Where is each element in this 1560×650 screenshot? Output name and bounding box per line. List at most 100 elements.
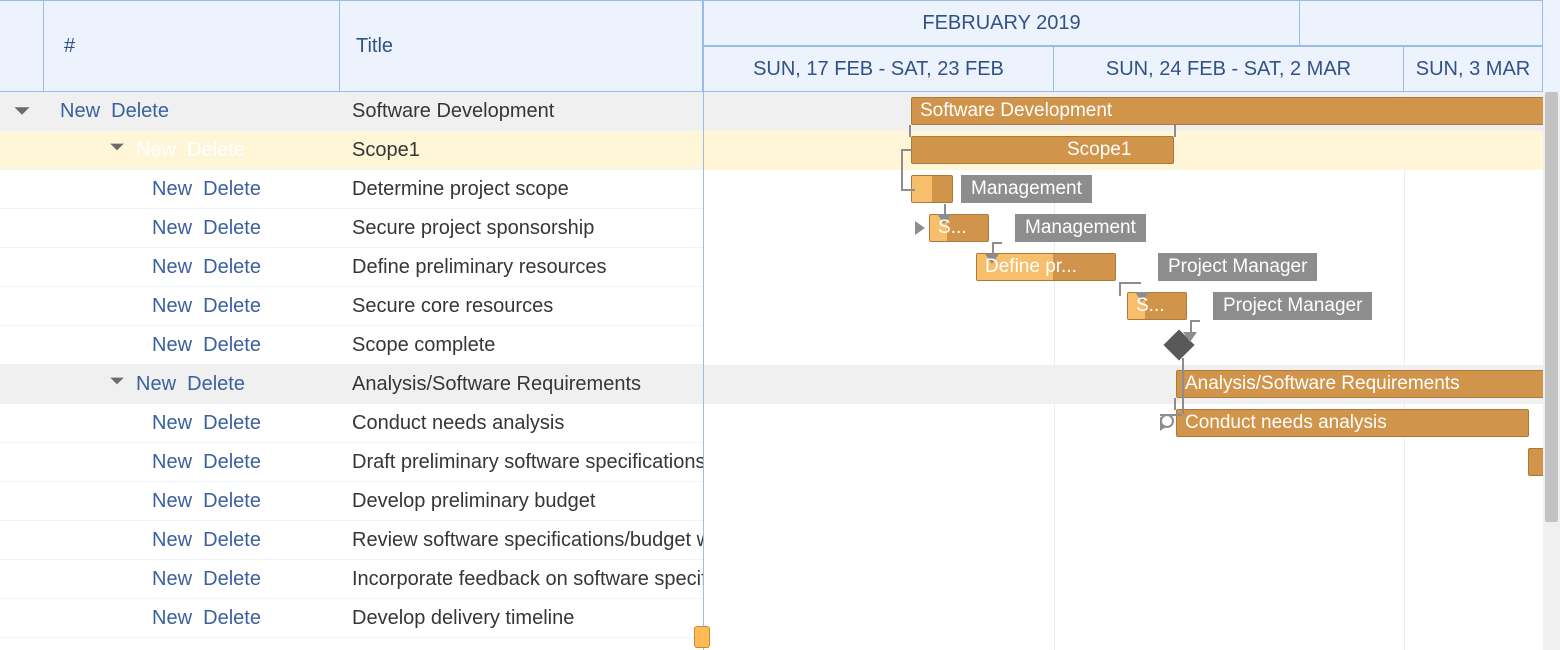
- timeline-row: S... Management: [704, 209, 1560, 248]
- new-link[interactable]: New: [152, 178, 192, 201]
- timeline-row: [704, 521, 1560, 560]
- timeline-row: Software Development: [704, 92, 1560, 131]
- summary-bar[interactable]: Software Development: [911, 97, 1560, 125]
- summary-bar[interactable]: Analysis/Software Requirements: [1176, 370, 1560, 398]
- new-link[interactable]: New: [152, 334, 192, 357]
- new-link[interactable]: New: [152, 607, 192, 630]
- delete-link[interactable]: Delete: [187, 373, 245, 396]
- row-actions-cell: New Delete: [44, 217, 340, 240]
- new-link[interactable]: New: [152, 568, 192, 591]
- row-actions-cell: New Delete: [44, 529, 340, 552]
- timeline-body[interactable]: Software DevelopmentScope1ManagementS...…: [704, 92, 1560, 650]
- week-cell: SUN, 24 FEB - SAT, 2 MAR: [1054, 46, 1404, 92]
- row-actions-cell: New Delete: [44, 607, 340, 630]
- grid-row[interactable]: New DeleteScope complete: [0, 326, 703, 365]
- resource-badge: Management: [1015, 214, 1146, 242]
- grid-row[interactable]: New DeleteDevelop delivery timeline: [0, 599, 703, 638]
- resource-badge: Management: [961, 175, 1092, 203]
- splitter-handle[interactable]: [694, 626, 710, 648]
- row-actions-cell: New Delete: [44, 372, 340, 396]
- grid-row[interactable]: New Delete Scope1: [0, 131, 703, 170]
- vertical-scrollbar[interactable]: [1543, 92, 1560, 650]
- col-numactions[interactable]: #: [44, 0, 340, 92]
- row-actions-cell: New Delete: [44, 451, 340, 474]
- delete-link[interactable]: Delete: [203, 529, 261, 552]
- row-title: Draft preliminary software specification…: [340, 451, 703, 474]
- new-link[interactable]: New: [152, 217, 192, 240]
- row-title: Analysis/Software Requirements: [340, 373, 703, 396]
- row-actions-cell: New Delete: [44, 568, 340, 591]
- delete-link[interactable]: Delete: [203, 451, 261, 474]
- new-link[interactable]: New: [152, 295, 192, 318]
- resource-badge: Project Manager: [1213, 292, 1372, 320]
- delete-link[interactable]: Delete: [203, 334, 261, 357]
- timeline-row: S... Project Manager: [704, 287, 1560, 326]
- timeline-row: Conduct needs analysis: [704, 404, 1560, 443]
- chevron-down-icon[interactable]: [108, 372, 126, 390]
- row-actions-cell: New Delete: [44, 256, 340, 279]
- new-link[interactable]: New: [60, 100, 100, 123]
- new-link[interactable]: New: [152, 256, 192, 279]
- delete-link[interactable]: Delete: [111, 100, 169, 123]
- task-grid: # Title New DeleteSoftware DevelopmentNe…: [0, 0, 704, 650]
- grid-row[interactable]: New DeleteDetermine project scope: [0, 170, 703, 209]
- grid-row[interactable]: New DeleteSecure project sponsorship: [0, 209, 703, 248]
- row-title: Software Development: [340, 100, 703, 123]
- new-link[interactable]: New: [136, 373, 176, 396]
- row-actions-cell: New Delete: [44, 490, 340, 513]
- grid-row[interactable]: New Delete Conduct needs analysis: [0, 404, 703, 443]
- summary-bar[interactable]: Scope1: [911, 136, 1174, 164]
- month-cell: [1300, 0, 1543, 46]
- task-bar[interactable]: Define pr...: [976, 253, 1116, 281]
- delete-link[interactable]: Delete: [203, 490, 261, 513]
- delete-link[interactable]: Delete: [203, 568, 261, 591]
- delete-link[interactable]: Delete: [203, 217, 261, 240]
- resource-badge: Project Manager: [1158, 253, 1317, 281]
- new-link[interactable]: New: [152, 412, 192, 435]
- row-actions-cell: New Delete: [44, 178, 340, 201]
- delete-link[interactable]: Delete: [203, 607, 261, 630]
- grid-row[interactable]: New DeleteReview software specifications…: [0, 521, 703, 560]
- grid-body: New DeleteSoftware DevelopmentNew Delete…: [0, 92, 703, 650]
- new-link[interactable]: New: [136, 139, 176, 162]
- col-title[interactable]: Title: [340, 0, 703, 92]
- row-title: Determine project scope: [340, 178, 703, 201]
- timeline-row: [704, 599, 1560, 638]
- timeline-row: [704, 443, 1560, 482]
- new-link[interactable]: New: [152, 490, 192, 513]
- grid-row[interactable]: New DeleteSecure core resources: [0, 287, 703, 326]
- row-actions-cell: New Delete: [44, 334, 340, 357]
- row-actions-cell: New Delete: [44, 295, 340, 318]
- row-title: Scope1: [340, 139, 703, 162]
- grid-row[interactable]: New DeleteSoftware Development: [0, 92, 703, 131]
- month-cell: FEBRUARY 2019: [704, 0, 1300, 46]
- delete-link[interactable]: Delete: [187, 139, 245, 162]
- delete-link[interactable]: Delete: [203, 412, 261, 435]
- timeline-row: Analysis/Software Requirements: [704, 365, 1560, 404]
- grid-row[interactable]: New DeleteDevelop preliminary budget: [0, 482, 703, 521]
- delete-link[interactable]: Delete: [203, 256, 261, 279]
- new-link[interactable]: New: [152, 451, 192, 474]
- timeline-row: [704, 326, 1560, 365]
- new-link[interactable]: New: [152, 529, 192, 552]
- delete-link[interactable]: Delete: [203, 178, 261, 201]
- task-bar[interactable]: S...: [929, 214, 989, 242]
- row-actions-cell: New Delete: [44, 100, 340, 123]
- chevron-down-icon[interactable]: [12, 101, 32, 121]
- timeline-row: [704, 560, 1560, 599]
- row-title: Conduct needs analysis: [340, 412, 703, 435]
- grid-row[interactable]: New DeleteAnalysis/Software Requirements: [0, 365, 703, 404]
- delete-link[interactable]: Delete: [203, 295, 261, 318]
- grid-row[interactable]: New DeleteDefine preliminary resources: [0, 248, 703, 287]
- week-cell: SUN, 3 MAR: [1404, 46, 1543, 92]
- task-bar[interactable]: S...: [1127, 292, 1187, 320]
- chevron-down-icon[interactable]: [108, 138, 126, 156]
- task-bar[interactable]: Conduct needs analysis: [1176, 409, 1529, 437]
- row-title: Define preliminary resources: [340, 256, 703, 279]
- row-title: Develop delivery timeline: [340, 607, 703, 630]
- row-title: Secure project sponsorship: [340, 217, 703, 240]
- gantt-pane: FEBRUARY 2019 SUN, 17 FEB - SAT, 23 FEBS…: [704, 0, 1560, 650]
- grid-row[interactable]: New DeleteDraft preliminary software spe…: [0, 443, 703, 482]
- grid-row[interactable]: New DeleteIncorporate feedback on softwa…: [0, 560, 703, 599]
- task-bar[interactable]: [911, 175, 953, 203]
